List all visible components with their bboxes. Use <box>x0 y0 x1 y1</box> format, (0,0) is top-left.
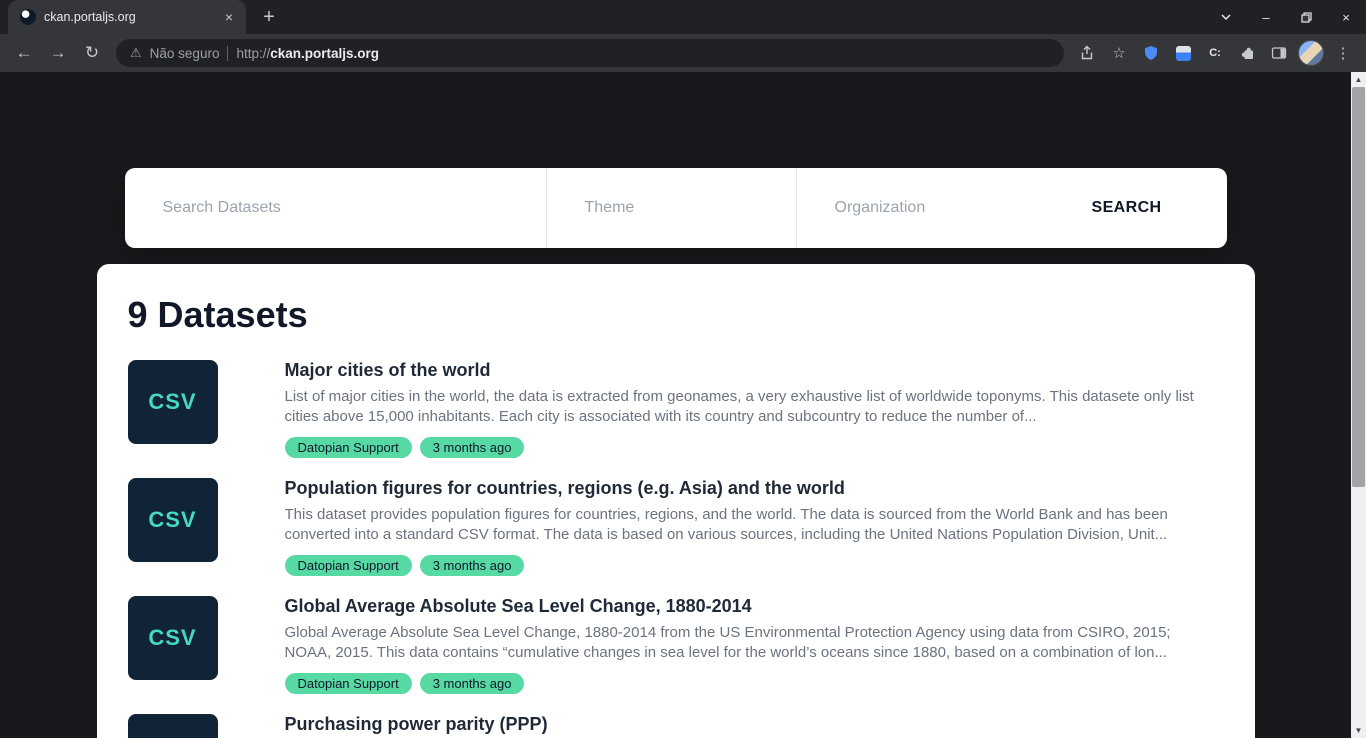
url-domain: ckan.portaljs.org <box>270 46 379 61</box>
dataset-row[interactable]: CSV Purchasing power parity (PPP) <box>128 714 1221 738</box>
dataset-body: Purchasing power parity (PPP) <box>285 714 1221 738</box>
browser-tab[interactable]: ckan.portaljs.org × <box>8 0 246 34</box>
extension-badge <box>1176 46 1191 61</box>
tab-close-icon[interactable]: × <box>220 8 238 26</box>
address-separator <box>227 46 228 61</box>
extension-c-icon[interactable]: C: <box>1200 38 1230 68</box>
format-csv-badge: CSV <box>128 596 218 680</box>
shield-extension-icon[interactable] <box>1136 38 1166 68</box>
back-icon[interactable]: ← <box>8 37 40 69</box>
tab-search-chevron-icon[interactable] <box>1206 0 1246 34</box>
format-csv-badge: CSV <box>128 714 218 738</box>
dataset-title-link[interactable]: Purchasing power parity (PPP) <box>285 714 1221 735</box>
dataset-description: List of major cities in the world, the d… <box>285 387 1221 427</box>
dataset-row[interactable]: CSV Major cities of the world List of ma… <box>128 360 1221 458</box>
theme-filter-input[interactable] <box>583 198 760 218</box>
organization-filter-cell <box>797 168 1027 248</box>
updated-time-tag: 3 months ago <box>420 555 525 576</box>
dataset-tags: Datopian Support 3 months ago <box>285 437 1221 458</box>
page-content: SEARCH 9 Datasets CSV Major cities of th… <box>0 168 1351 738</box>
extension-c-label: C: <box>1209 47 1221 59</box>
url-scheme: http:// <box>236 46 270 61</box>
new-tab-button[interactable]: + <box>254 2 284 32</box>
tab-favicon <box>20 9 36 25</box>
dataset-search-bar: SEARCH <box>125 168 1227 248</box>
format-csv-badge: CSV <box>128 360 218 444</box>
organization-filter-input[interactable] <box>833 198 991 218</box>
dataset-title-link[interactable]: Major cities of the world <box>285 360 1221 381</box>
search-datasets-input[interactable] <box>161 198 510 218</box>
dataset-title-link[interactable]: Global Average Absolute Sea Level Change… <box>285 596 1221 617</box>
browser-toolbar: ← → ↻ ⚠ Não seguro http://ckan.portaljs.… <box>0 34 1366 72</box>
avatar-image <box>1298 40 1324 66</box>
extension-badge-icon[interactable] <box>1168 38 1198 68</box>
reload-icon[interactable]: ↻ <box>76 37 108 69</box>
forward-icon[interactable]: → <box>42 37 74 69</box>
window-restore-icon[interactable] <box>1286 0 1326 34</box>
scroll-up-icon[interactable]: ▲ <box>1351 72 1366 87</box>
dataset-tags: Datopian Support 3 months ago <box>285 673 1221 694</box>
window-controls: – × <box>1206 0 1366 34</box>
extensions-puzzle-icon[interactable] <box>1232 38 1262 68</box>
dataset-title-link[interactable]: Population figures for countries, region… <box>285 478 1221 499</box>
profile-avatar[interactable] <box>1296 38 1326 68</box>
address-bar[interactable]: ⚠ Não seguro http://ckan.portaljs.org <box>116 39 1064 67</box>
dataset-body: Major cities of the world List of major … <box>285 360 1221 458</box>
scrollbar-thumb[interactable] <box>1352 87 1365 487</box>
dataset-row[interactable]: CSV Global Average Absolute Sea Level Ch… <box>128 596 1221 694</box>
search-button[interactable]: SEARCH <box>1027 168 1227 248</box>
security-label[interactable]: Não seguro <box>150 46 220 61</box>
dataset-row[interactable]: CSV Population figures for countries, re… <box>128 478 1221 576</box>
not-secure-warning-icon: ⚠ <box>130 45 142 61</box>
scroll-down-icon[interactable]: ▼ <box>1351 723 1366 738</box>
browser-tab-strip: ckan.portaljs.org × + – × <box>0 0 1366 34</box>
dataset-body: Global Average Absolute Sea Level Change… <box>285 596 1221 694</box>
dataset-tags: Datopian Support 3 months ago <box>285 555 1221 576</box>
page-scrollbar[interactable]: ▲ ▼ <box>1351 72 1366 738</box>
window-close-icon[interactable]: × <box>1326 0 1366 34</box>
format-csv-badge: CSV <box>128 478 218 562</box>
window-minimize-icon[interactable]: – <box>1246 0 1286 34</box>
dataset-results-card: 9 Datasets CSV Major cities of the world… <box>97 264 1255 738</box>
page-url[interactable]: http://ckan.portaljs.org <box>236 46 379 61</box>
updated-time-tag: 3 months ago <box>420 673 525 694</box>
share-icon[interactable] <box>1072 38 1102 68</box>
tab-title: ckan.portaljs.org <box>44 10 212 24</box>
organization-tag[interactable]: Datopian Support <box>285 555 412 576</box>
dataset-description: Global Average Absolute Sea Level Change… <box>285 623 1221 663</box>
search-datasets-cell <box>125 168 547 248</box>
dataset-description: This dataset provides population figures… <box>285 505 1221 545</box>
organization-tag[interactable]: Datopian Support <box>285 437 412 458</box>
side-panel-icon[interactable] <box>1264 38 1294 68</box>
updated-time-tag: 3 months ago <box>420 437 525 458</box>
browser-menu-icon[interactable]: ⋮ <box>1328 38 1358 68</box>
page-viewport: ▲ ▼ SEARCH 9 Datasets CSV Major ci <box>0 72 1366 738</box>
dataset-body: Population figures for countries, region… <box>285 478 1221 576</box>
theme-filter-cell <box>547 168 797 248</box>
results-count-heading: 9 Datasets <box>128 294 1221 336</box>
bookmark-star-icon[interactable]: ☆ <box>1104 38 1134 68</box>
organization-tag[interactable]: Datopian Support <box>285 673 412 694</box>
